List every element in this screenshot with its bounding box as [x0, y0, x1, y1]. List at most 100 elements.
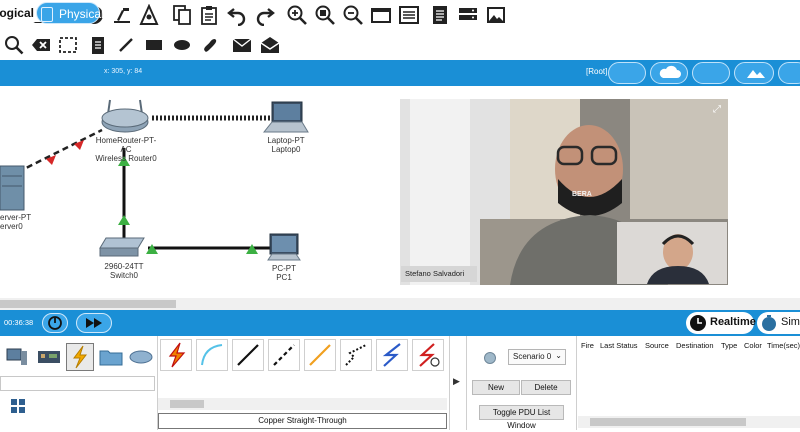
auto-connect-icon	[168, 342, 186, 368]
pc-device	[267, 233, 301, 261]
mask-text: BERA	[572, 191, 592, 198]
undo-icon[interactable]	[225, 3, 249, 27]
server-device	[0, 165, 25, 211]
select-icon[interactable]	[56, 33, 80, 57]
pdu-scroll-thumb[interactable]	[590, 418, 746, 426]
background-image-button[interactable]	[734, 62, 774, 84]
add-complex-pdu-icon[interactable]	[258, 33, 282, 57]
custom-device-icon[interactable]	[110, 3, 134, 27]
tab-logical[interactable]: ogical	[0, 2, 40, 24]
expand-icon[interactable]: ⤢	[710, 103, 724, 117]
console-cable-button[interactable]	[196, 339, 228, 371]
connections-icon[interactable]	[66, 343, 94, 371]
scenario-select[interactable]: Scenario 0 ⌄	[508, 349, 566, 365]
column-header-source: Source	[645, 341, 669, 350]
panel-divider	[466, 336, 467, 430]
tab-physical-label: Physical	[59, 7, 104, 21]
add-simple-pdu-icon[interactable]	[230, 33, 254, 57]
column-header-last-status: Last Status	[600, 341, 638, 350]
inspect-icon[interactable]	[2, 33, 26, 57]
participant-name: Stefano Salvadori	[401, 266, 477, 282]
cycle-icon	[48, 316, 62, 330]
fiber-cable-icon	[309, 344, 331, 366]
panel-divider	[576, 336, 577, 430]
miscellaneous-icon[interactable]	[98, 344, 124, 370]
grid-icon[interactable]	[10, 398, 26, 414]
freeform-icon[interactable]	[198, 33, 222, 57]
fast-forward-button[interactable]	[76, 313, 112, 333]
clock-icon	[690, 315, 706, 331]
column-header-time: Time(sec)	[767, 341, 800, 350]
serial-dce-button[interactable]	[412, 339, 444, 371]
laptop-device	[262, 101, 309, 133]
zoom-out-icon[interactable]	[341, 3, 365, 27]
drawing-toolbar	[0, 30, 800, 61]
delete-icon[interactable]	[29, 33, 53, 57]
scenario-status-icon	[484, 352, 496, 364]
fast-forward-icon	[86, 318, 102, 328]
list-icon[interactable]	[397, 3, 421, 27]
cloud-icon	[659, 65, 681, 78]
fiber-button[interactable]	[304, 339, 336, 371]
phone-cable-icon	[345, 344, 367, 366]
copper-cross-button[interactable]	[268, 339, 300, 371]
chevron-down-icon: ⌄	[555, 351, 562, 360]
phone-cable-button[interactable]	[340, 339, 372, 371]
cross-cable-icon	[273, 344, 295, 366]
zoom-reset-icon[interactable]	[313, 3, 337, 27]
root-label: [Root]	[586, 67, 608, 76]
scrollbar-thumb[interactable]	[0, 300, 176, 308]
rectangle-icon[interactable]	[142, 33, 166, 57]
device-label: Laptop-PT Laptop0	[267, 136, 305, 154]
simulation-mode-button[interactable]: Simul	[757, 312, 800, 334]
cluster-button[interactable]	[608, 62, 646, 84]
end-devices-icon[interactable]	[4, 344, 30, 370]
clock-display: 00:36:38	[4, 318, 34, 327]
coaxial-cable-icon	[382, 343, 401, 367]
device-search-field[interactable]	[0, 376, 155, 391]
expand-arrow-icon[interactable]: ▶	[453, 376, 460, 387]
multiuser-icon[interactable]	[128, 344, 154, 370]
main-toolbar	[0, 0, 800, 30]
line-icon[interactable]	[114, 33, 138, 57]
serial-dce-icon	[419, 343, 440, 367]
column-header-color: Color	[744, 341, 762, 350]
self-video	[617, 222, 727, 284]
redo-icon[interactable]	[253, 3, 277, 27]
auto-connection-button[interactable]	[160, 339, 192, 371]
toggle-pdu-list-button[interactable]: Toggle PDU List Window	[479, 405, 564, 430]
realtime-mode-button[interactable]: Realtime	[686, 312, 756, 334]
realtime-label: Realtime	[710, 316, 756, 328]
link-down-indicator-2	[74, 140, 84, 150]
copper-straight-button[interactable]	[232, 339, 264, 371]
copy-icon[interactable]	[170, 3, 194, 27]
tab-physical[interactable]: Physical	[36, 2, 104, 24]
power-cycle-button[interactable]	[42, 313, 68, 333]
viewport-button[interactable]	[778, 62, 800, 84]
mountain-icon	[747, 70, 765, 78]
connection-scroll-thumb[interactable]	[170, 400, 204, 408]
device-label: erver-PT erver0	[0, 213, 32, 231]
network-graph-icon[interactable]	[137, 3, 161, 27]
connection-type-label: Copper Straight-Through	[158, 413, 447, 429]
physical-icon	[41, 7, 53, 22]
cursor-coords: x: 305, y: 84	[104, 68, 143, 75]
column-header-type: Type	[721, 341, 738, 350]
paste-icon[interactable]	[197, 3, 221, 27]
ellipse-icon[interactable]	[170, 33, 194, 57]
note-icon[interactable]	[86, 33, 110, 57]
document-icon[interactable]	[428, 3, 452, 27]
new-scenario-button[interactable]: New	[472, 380, 520, 395]
window-icon[interactable]	[369, 3, 393, 27]
components-icon[interactable]	[36, 344, 62, 370]
cloud-download-button[interactable]	[650, 62, 688, 84]
device-label: HomeRouter-PT-AC Wireless Router0	[95, 136, 157, 163]
navigation-button[interactable]	[692, 62, 730, 84]
coaxial-button[interactable]	[376, 339, 408, 371]
image-icon[interactable]	[484, 3, 508, 27]
delete-scenario-button[interactable]: Delete	[521, 380, 571, 395]
panel-divider	[449, 336, 450, 430]
equipment-icon[interactable]	[456, 3, 480, 27]
zoom-in-icon[interactable]	[285, 3, 309, 27]
device-label: PC-PT PC1	[272, 264, 296, 282]
